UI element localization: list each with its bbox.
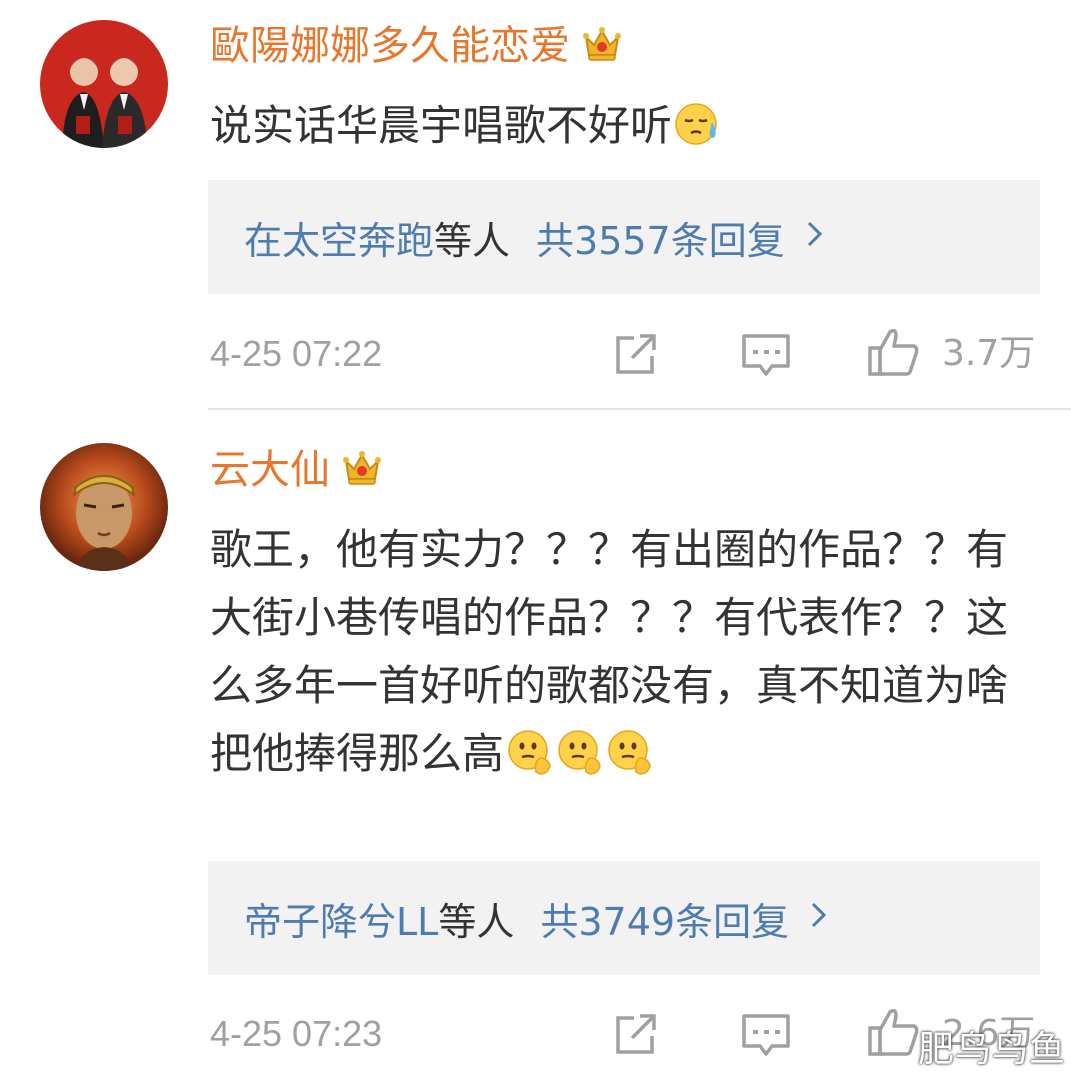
reply-user-link[interactable]: 帝子降兮LL: [244, 891, 438, 946]
username-text[interactable]: 歐陽娜娜多久能恋爱: [210, 23, 570, 69]
comment-body: 说实话华晨宇唱歌不好听: [210, 101, 673, 150]
thumbs-up-icon[interactable]: [866, 1006, 922, 1062]
reply-summary[interactable]: 在太空奔跑 等人 共3557条回复: [208, 180, 1040, 294]
comment-divider: [208, 408, 1071, 410]
chevron-right-icon[interactable]: [809, 898, 829, 939]
chevron-right-icon[interactable]: [805, 217, 825, 258]
reply-count[interactable]: 共3749条回复: [540, 891, 789, 946]
comment-icon[interactable]: [740, 332, 792, 384]
comment-icon[interactable]: [740, 1012, 792, 1064]
reply-count[interactable]: 共3557条回复: [536, 210, 785, 265]
username-text[interactable]: 云大仙: [210, 447, 330, 493]
like-count: 3.7万: [942, 333, 1036, 374]
user-avatar[interactable]: [40, 20, 168, 148]
sweat-face-icon: [674, 100, 722, 166]
user-avatar[interactable]: [40, 443, 168, 571]
reply-user-suffix: 等人: [438, 899, 515, 944]
reply-user-suffix: 等人: [434, 218, 511, 263]
username[interactable]: 云大仙: [210, 446, 382, 498]
comment-text: 歌王，他有实力？？？有出圈的作品？？有大街小巷传唱的作品？？？有代表作？？这么多…: [210, 516, 1040, 796]
thumbs-up-icon[interactable]: [866, 326, 922, 382]
watermark: 肥鸟鸟鱼: [918, 1029, 1067, 1070]
comment-meta: 4-25 07:23 2.6万: [0, 1004, 1071, 1064]
comment-text: 说实话华晨宇唱歌不好听: [210, 94, 1040, 166]
repost-icon[interactable]: [612, 1012, 660, 1062]
crown-badge-icon: [582, 23, 622, 74]
comment-meta: 4-25 07:22 3.7万: [0, 324, 1071, 384]
username[interactable]: 歐陽娜娜多久能恋爱: [210, 22, 622, 74]
reply-summary[interactable]: 帝子降兮LL 等人 共3749条回复: [208, 861, 1040, 975]
thinking-face-icon: [506, 728, 554, 796]
thinking-face-icon: [606, 728, 654, 796]
reply-user-link[interactable]: 在太空奔跑: [244, 210, 434, 265]
crown-badge-icon: [342, 447, 382, 498]
repost-icon[interactable]: [612, 332, 660, 382]
timestamp: 4-25 07:23: [210, 1013, 383, 1054]
thinking-face-icon: [556, 728, 604, 796]
timestamp: 4-25 07:22: [210, 333, 383, 374]
